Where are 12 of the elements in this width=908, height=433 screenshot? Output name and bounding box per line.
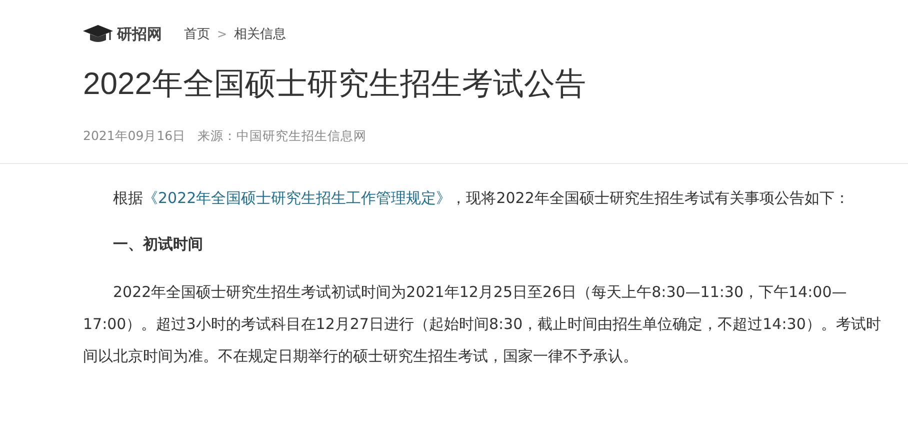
- graduation-cap-icon: [83, 25, 113, 43]
- document-link[interactable]: 《2022年全国硕士研究生招生工作管理规定》: [143, 189, 452, 207]
- publish-date: 2021年09月16日: [83, 128, 186, 145]
- paragraph: 根据《2022年全国硕士研究生招生工作管理规定》，现将2022年全国硕士研究生招生考试有关事项公告如下：: [112, 188, 850, 209]
- section-heading: 一、初试时间: [112, 234, 204, 255]
- breadcrumb-link[interactable]: 首页: [184, 25, 210, 43]
- site-logo[interactable]: 研招网: [117, 24, 162, 44]
- article-source: 来源：中国研究生招生信息网: [198, 128, 367, 145]
- breadcrumb-separator: >: [217, 27, 228, 41]
- paragraph: 2022年全国硕士研究生招生考试初试时间为2021年12月25日至26日（每天上午8:30—11:30，下午14:00—17:00）。超过3小时的考试科目在12月27日进行（起始时间8:30，截止时间由招生单位确定，不超过14:30）。考试时间以北京时间为准。不在规定日期举行的硕士研究生招生考试，国家一律不予承认。: [83, 282, 882, 367]
- article-title: 2022年全国硕士研究生招生考试公告: [83, 65, 587, 103]
- breadcrumb-link[interactable]: 相关信息: [234, 25, 286, 43]
